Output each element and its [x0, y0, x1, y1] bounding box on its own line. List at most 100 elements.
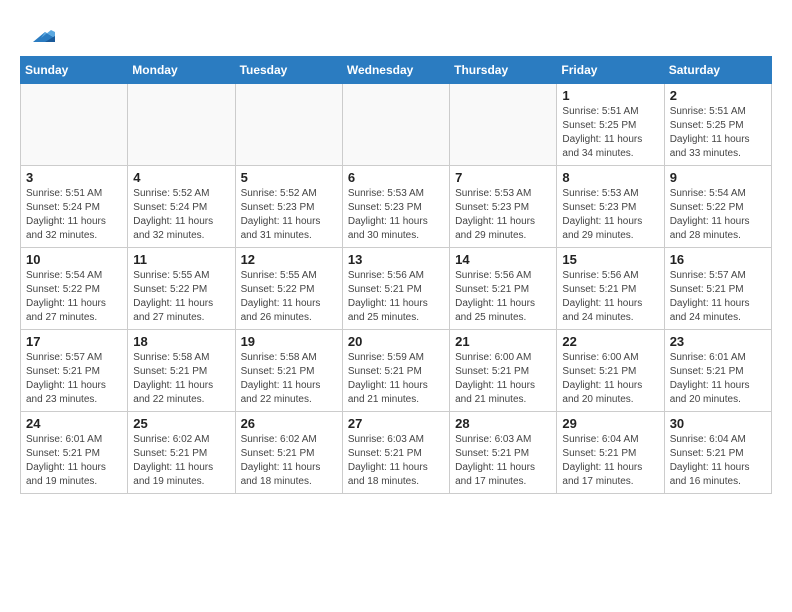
calendar-cell: 15 Sunrise: 5:56 AM Sunset: 5:21 PM Dayli… [557, 248, 664, 330]
calendar-table: SundayMondayTuesdayWednesdayThursdayFrid… [20, 56, 772, 494]
calendar-cell: 25 Sunrise: 6:02 AM Sunset: 5:21 PM Dayli… [128, 412, 235, 494]
day-info: Sunrise: 5:52 AM Sunset: 5:23 PM Dayligh… [241, 187, 337, 243]
day-number: 28 [455, 416, 551, 431]
calendar-cell: 1Sunrise: 5:51 AM Sunset: 5:25 PM Daylig… [557, 84, 664, 166]
calendar-cell: 30 Sunrise: 6:04 AM Sunset: 5:21 PM Dayli… [664, 412, 771, 494]
calendar-day-header: Tuesday [235, 57, 342, 84]
day-info: Sunrise: 5:51 AM Sunset: 5:24 PM Dayligh… [26, 187, 122, 243]
calendar-week-row: 10Sunrise: 5:54 AM Sunset: 5:22 PM Dayli… [21, 248, 772, 330]
day-number: 3 [26, 170, 122, 185]
day-info: Sunrise: 5:55 AM Sunset: 5:22 PM Dayligh… [241, 269, 337, 325]
day-info: Sunrise: 5:58 AM Sunset: 5:21 PM Dayligh… [241, 351, 337, 407]
day-number: 29 [562, 416, 658, 431]
day-number: 27 [348, 416, 444, 431]
day-info: Sunrise: 6:00 AM Sunset: 5:21 PM Dayligh… [562, 351, 658, 407]
day-info: Sunrise: 5:54 AM Sunset: 5:22 PM Dayligh… [670, 187, 766, 243]
calendar-cell: 19 Sunrise: 5:58 AM Sunset: 5:21 PM Dayli… [235, 330, 342, 412]
day-info: Sunrise: 6:03 AM Sunset: 5:21 PM Dayligh… [455, 433, 551, 489]
day-info: Sunrise: 5:51 AM Sunset: 5:25 PM Dayligh… [670, 105, 766, 161]
day-number: 11 [133, 252, 229, 267]
calendar-cell: 7Sunrise: 5:53 AM Sunset: 5:23 PM Daylig… [450, 166, 557, 248]
day-number: 22 [562, 334, 658, 349]
day-number: 23 [670, 334, 766, 349]
day-info: Sunrise: 5:57 AM Sunset: 5:21 PM Dayligh… [670, 269, 766, 325]
calendar-cell: 11 Sunrise: 5:55 AM Sunset: 5:22 PM Dayli… [128, 248, 235, 330]
day-info: Sunrise: 5:53 AM Sunset: 5:23 PM Dayligh… [348, 187, 444, 243]
calendar-cell: 20 Sunrise: 5:59 AM Sunset: 5:21 PM Dayli… [342, 330, 449, 412]
calendar-day-header: Monday [128, 57, 235, 84]
calendar-day-header: Sunday [21, 57, 128, 84]
calendar-cell [450, 84, 557, 166]
calendar-cell: 3 Sunrise: 5:51 AM Sunset: 5:24 PM Daylig… [21, 166, 128, 248]
calendar-cell: 27 Sunrise: 6:03 AM Sunset: 5:21 PM Dayli… [342, 412, 449, 494]
calendar-cell: 16 Sunrise: 5:57 AM Sunset: 5:21 PM Dayli… [664, 248, 771, 330]
calendar-header-row: SundayMondayTuesdayWednesdayThursdayFrid… [21, 57, 772, 84]
calendar-cell: 22 Sunrise: 6:00 AM Sunset: 5:21 PM Dayli… [557, 330, 664, 412]
day-number: 12 [241, 252, 337, 267]
day-number: 30 [670, 416, 766, 431]
calendar-day-header: Thursday [450, 57, 557, 84]
day-info: Sunrise: 6:01 AM Sunset: 5:21 PM Dayligh… [670, 351, 766, 407]
logo-icon [23, 16, 55, 48]
calendar-day-header: Friday [557, 57, 664, 84]
calendar-cell: 2Sunrise: 5:51 AM Sunset: 5:25 PM Daylig… [664, 84, 771, 166]
calendar-cell: 17 Sunrise: 5:57 AM Sunset: 5:21 PM Dayli… [21, 330, 128, 412]
calendar-cell [342, 84, 449, 166]
calendar-cell: 14Sunrise: 5:56 AM Sunset: 5:21 PM Dayli… [450, 248, 557, 330]
day-number: 15 [562, 252, 658, 267]
day-info: Sunrise: 6:04 AM Sunset: 5:21 PM Dayligh… [670, 433, 766, 489]
calendar-cell: 10Sunrise: 5:54 AM Sunset: 5:22 PM Dayli… [21, 248, 128, 330]
calendar-week-row: 17 Sunrise: 5:57 AM Sunset: 5:21 PM Dayli… [21, 330, 772, 412]
day-number: 24 [26, 416, 122, 431]
calendar-cell: 29 Sunrise: 6:04 AM Sunset: 5:21 PM Dayli… [557, 412, 664, 494]
calendar-cell: 12 Sunrise: 5:55 AM Sunset: 5:22 PM Dayli… [235, 248, 342, 330]
day-number: 21 [455, 334, 551, 349]
day-number: 10 [26, 252, 122, 267]
day-info: Sunrise: 6:00 AM Sunset: 5:21 PM Dayligh… [455, 351, 551, 407]
day-number: 25 [133, 416, 229, 431]
day-info: Sunrise: 6:04 AM Sunset: 5:21 PM Dayligh… [562, 433, 658, 489]
day-number: 1 [562, 88, 658, 103]
calendar-cell: 23 Sunrise: 6:01 AM Sunset: 5:21 PM Dayli… [664, 330, 771, 412]
day-info: Sunrise: 6:03 AM Sunset: 5:21 PM Dayligh… [348, 433, 444, 489]
calendar-cell: 21 Sunrise: 6:00 AM Sunset: 5:21 PM Dayli… [450, 330, 557, 412]
day-info: Sunrise: 5:55 AM Sunset: 5:22 PM Dayligh… [133, 269, 229, 325]
day-info: Sunrise: 5:56 AM Sunset: 5:21 PM Dayligh… [562, 269, 658, 325]
day-number: 20 [348, 334, 444, 349]
calendar-day-header: Saturday [664, 57, 771, 84]
day-number: 4 [133, 170, 229, 185]
calendar-cell [21, 84, 128, 166]
day-number: 16 [670, 252, 766, 267]
day-number: 9 [670, 170, 766, 185]
calendar-cell: 13 Sunrise: 5:56 AM Sunset: 5:21 PM Dayli… [342, 248, 449, 330]
day-number: 26 [241, 416, 337, 431]
calendar-cell: 6 Sunrise: 5:53 AM Sunset: 5:23 PM Daylig… [342, 166, 449, 248]
day-number: 17 [26, 334, 122, 349]
calendar-cell: 5 Sunrise: 5:52 AM Sunset: 5:23 PM Daylig… [235, 166, 342, 248]
calendar-cell: 24 Sunrise: 6:01 AM Sunset: 5:21 PM Dayli… [21, 412, 128, 494]
day-number: 19 [241, 334, 337, 349]
day-number: 8 [562, 170, 658, 185]
calendar-week-row: 24 Sunrise: 6:01 AM Sunset: 5:21 PM Dayli… [21, 412, 772, 494]
calendar-cell [128, 84, 235, 166]
day-info: Sunrise: 5:56 AM Sunset: 5:21 PM Dayligh… [348, 269, 444, 325]
calendar-day-header: Wednesday [342, 57, 449, 84]
day-info: Sunrise: 6:02 AM Sunset: 5:21 PM Dayligh… [133, 433, 229, 489]
day-number: 14 [455, 252, 551, 267]
page-header [20, 16, 772, 48]
day-info: Sunrise: 5:59 AM Sunset: 5:21 PM Dayligh… [348, 351, 444, 407]
calendar-cell [235, 84, 342, 166]
day-number: 18 [133, 334, 229, 349]
day-number: 6 [348, 170, 444, 185]
calendar-cell: 9 Sunrise: 5:54 AM Sunset: 5:22 PM Daylig… [664, 166, 771, 248]
day-info: Sunrise: 5:53 AM Sunset: 5:23 PM Dayligh… [562, 187, 658, 243]
calendar-cell: 28 Sunrise: 6:03 AM Sunset: 5:21 PM Dayli… [450, 412, 557, 494]
day-number: 13 [348, 252, 444, 267]
calendar-cell: 4 Sunrise: 5:52 AM Sunset: 5:24 PM Daylig… [128, 166, 235, 248]
day-number: 5 [241, 170, 337, 185]
calendar-cell: 8 Sunrise: 5:53 AM Sunset: 5:23 PM Daylig… [557, 166, 664, 248]
day-info: Sunrise: 6:01 AM Sunset: 5:21 PM Dayligh… [26, 433, 122, 489]
day-info: Sunrise: 5:57 AM Sunset: 5:21 PM Dayligh… [26, 351, 122, 407]
day-info: Sunrise: 5:52 AM Sunset: 5:24 PM Dayligh… [133, 187, 229, 243]
day-info: Sunrise: 6:02 AM Sunset: 5:21 PM Dayligh… [241, 433, 337, 489]
